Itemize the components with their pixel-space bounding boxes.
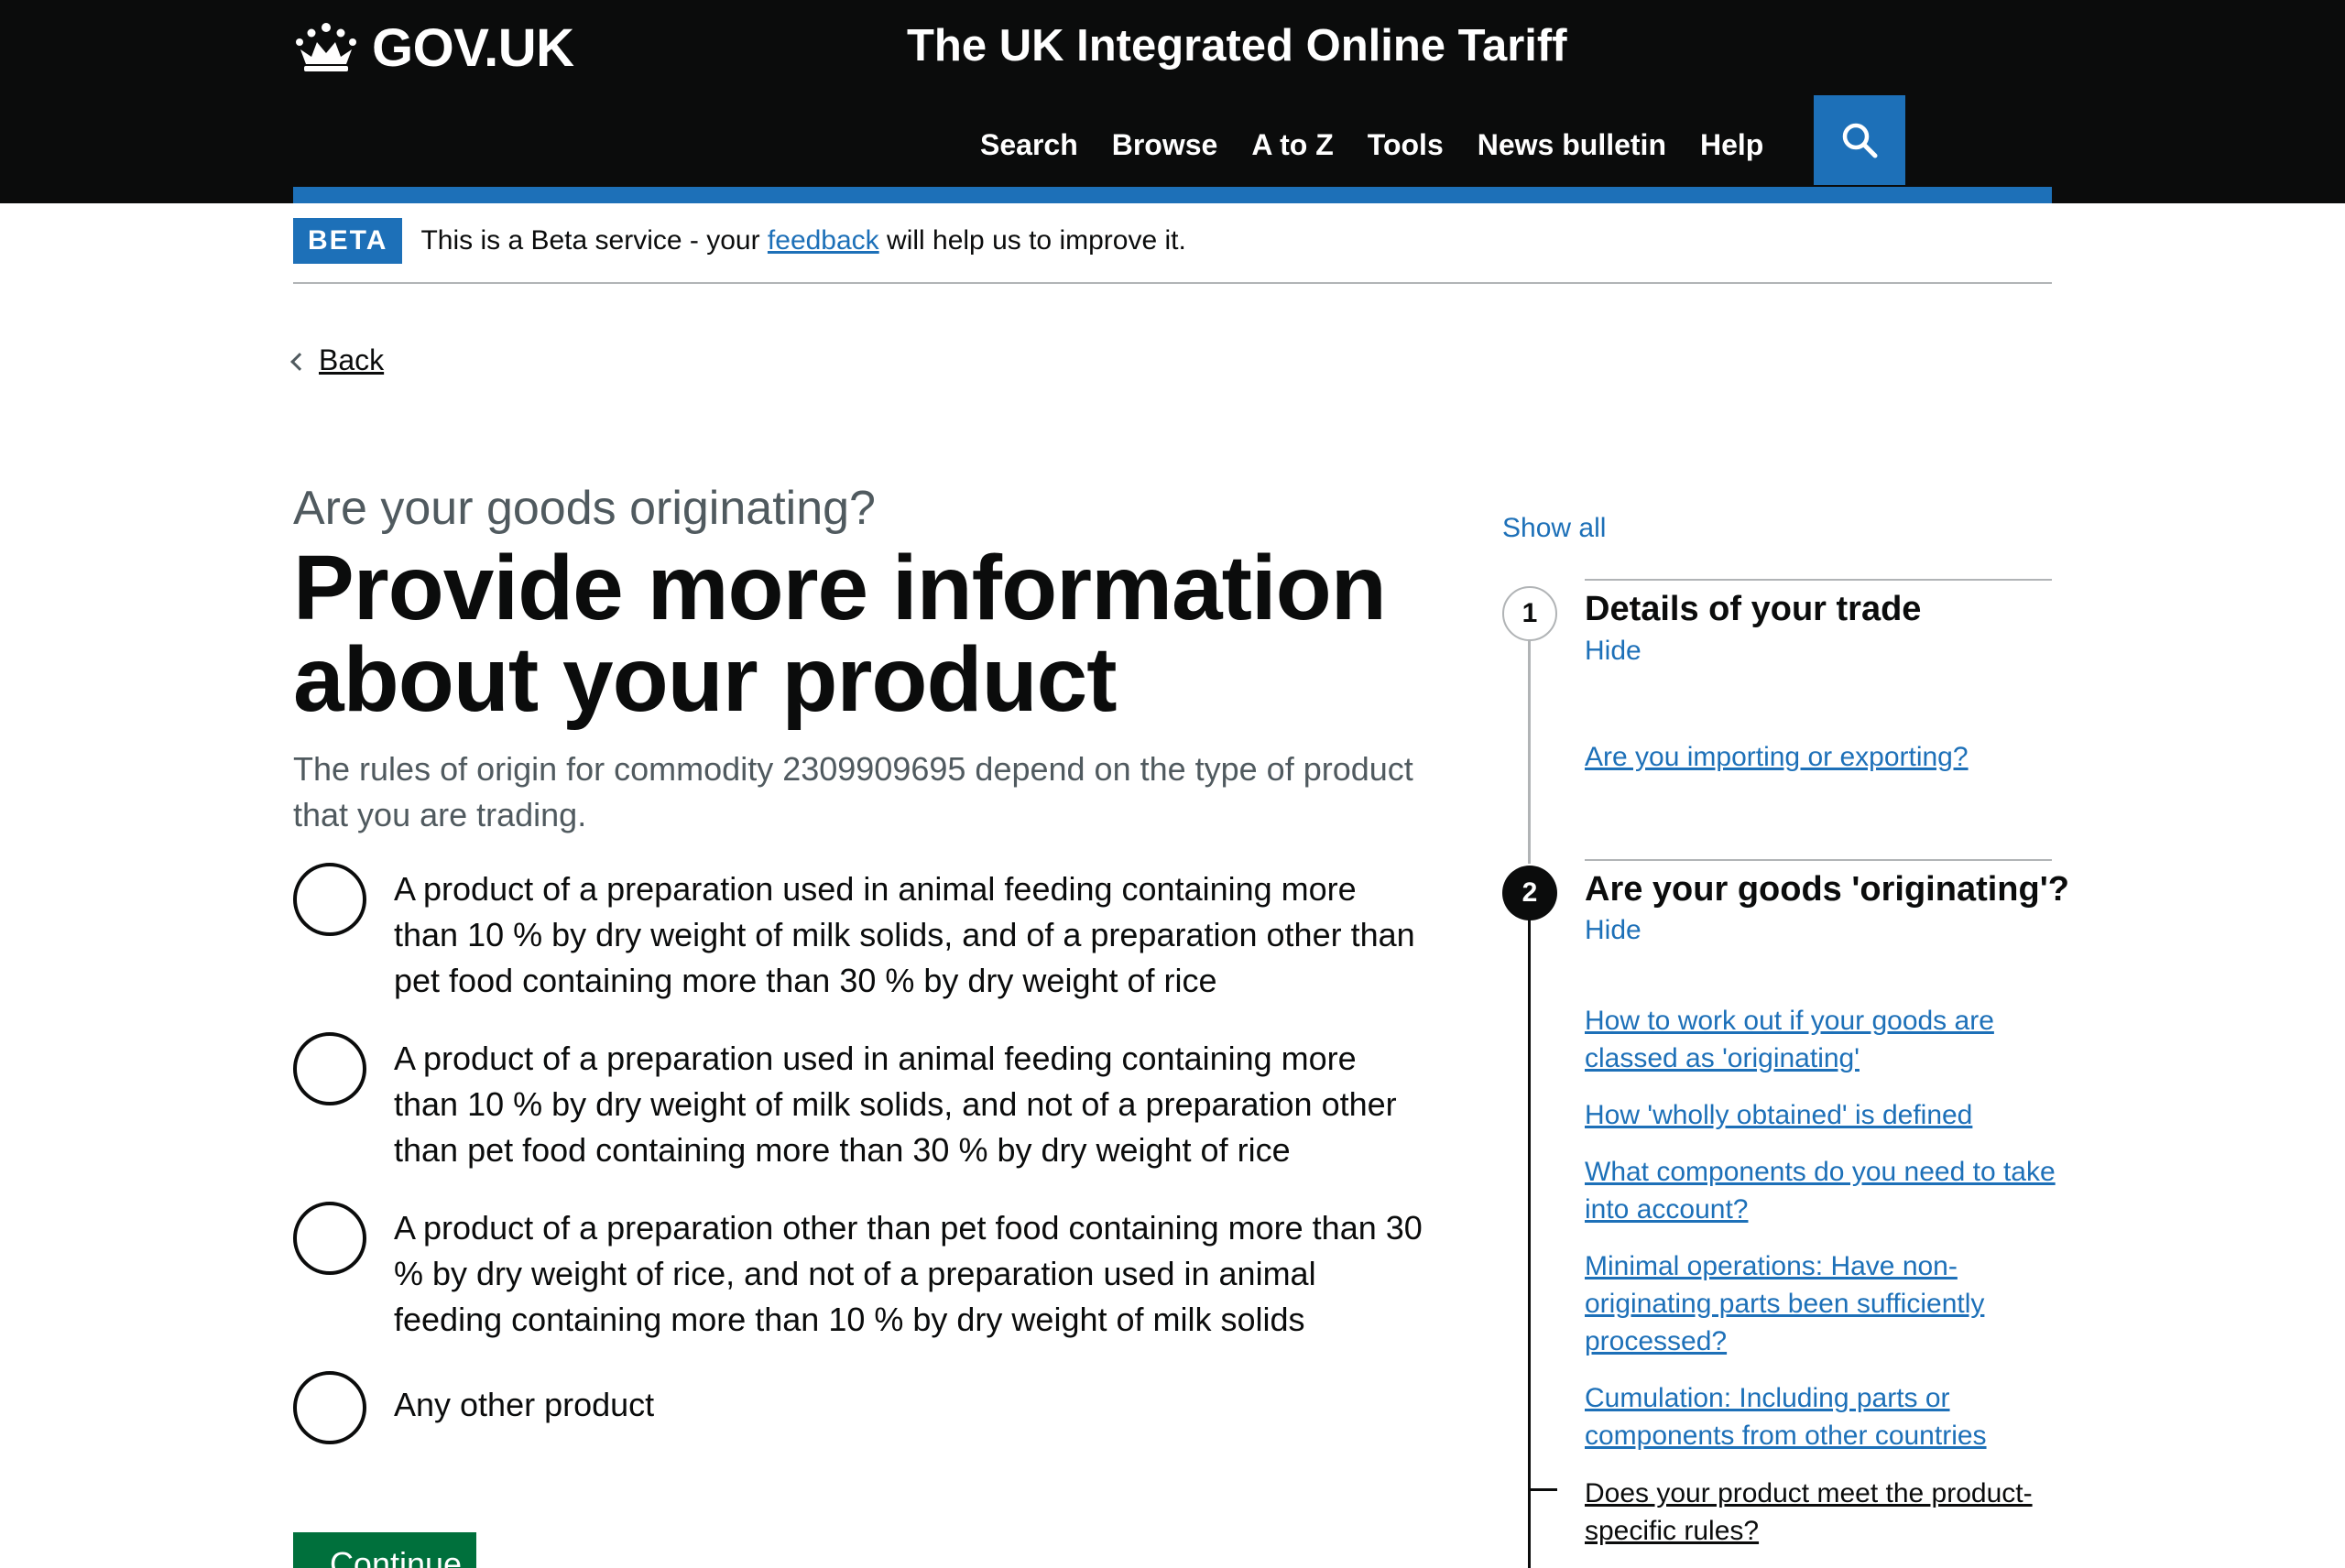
step-link[interactable]: Cumulation: Including parts or component… [1585, 1379, 2061, 1454]
radio-option[interactable]: Any other product [293, 1371, 1447, 1444]
phase-banner-text: This is a Beta service - your feedback w… [420, 218, 1185, 264]
step-hide-toggle[interactable]: Hide [1585, 915, 1642, 946]
radio-option[interactable]: A product of a preparation used in anima… [293, 1032, 1447, 1173]
step-link[interactable]: Are you importing or exporting? [1585, 738, 2061, 776]
step-divider [1585, 859, 2052, 861]
main-navigation: Search Browse A to Z Tools News bulletin… [980, 128, 1763, 162]
beta-tag: BETA [293, 218, 403, 264]
continue-button[interactable]: Continue [293, 1532, 476, 1568]
radio-label[interactable]: A product of a preparation used in anima… [394, 863, 1429, 1004]
back-link[interactable]: Back [319, 343, 384, 377]
feedback-link[interactable]: feedback [768, 225, 879, 256]
radio-button[interactable] [293, 1032, 366, 1105]
step-link-current[interactable]: Does your product meet the product-speci… [1585, 1475, 2061, 1550]
radio-button[interactable] [293, 1371, 366, 1444]
phase-banner-text-end: will help us to improve it. [878, 225, 1186, 256]
govuk-logo-link[interactable]: GOV.UK [293, 18, 574, 78]
step-divider [1585, 579, 2052, 581]
phase-banner-text-start: This is a Beta service - your [420, 225, 768, 256]
service-name[interactable]: The UK Integrated Online Tariff [907, 20, 1567, 71]
logo-text: GOV.UK [372, 17, 574, 78]
radio-option[interactable]: A product of a preparation other than pe… [293, 1202, 1447, 1343]
radio-button[interactable] [293, 1202, 366, 1275]
product-type-radios: A product of a preparation used in anima… [293, 863, 1447, 1473]
step-link[interactable]: Minimal operations: Have non-originating… [1585, 1247, 2061, 1360]
step-number-circle: 2 [1502, 866, 1557, 920]
question-hint: The rules of origin for commodity 230990… [293, 750, 1413, 833]
radio-button[interactable] [293, 863, 366, 936]
nav-news-bulletin[interactable]: News bulletin [1478, 128, 1666, 161]
step-connector-line [1528, 893, 1531, 1568]
back-link-container: Back [290, 343, 384, 377]
step-hide-toggle[interactable]: Hide [1585, 636, 1642, 667]
show-all-button[interactable]: Show all [1502, 513, 1606, 544]
nav-tools[interactable]: Tools [1368, 128, 1444, 161]
step-link[interactable]: How to work out if your goods are classe… [1585, 1002, 2061, 1077]
radio-option[interactable]: A product of a preparation used in anima… [293, 863, 1447, 1004]
step-connector-line [1528, 612, 1531, 864]
active-step-marker [1528, 1488, 1557, 1491]
radio-label[interactable]: A product of a preparation other than pe… [394, 1202, 1429, 1343]
radio-label[interactable]: A product of a preparation used in anima… [394, 1032, 1429, 1173]
site-header: GOV.UK The UK Integrated Online Tariff S… [0, 0, 2345, 203]
nav-search[interactable]: Search [980, 128, 1078, 161]
crown-icon [296, 23, 356, 71]
page-title: Provide more information about your prod… [293, 537, 1387, 731]
header-accent-bar [293, 187, 2052, 203]
page-caption: Are your goods originating? [293, 482, 876, 535]
chevron-left-icon [290, 352, 309, 371]
step-link[interactable]: How 'wholly obtained' is defined [1585, 1096, 2061, 1134]
step-number-circle: 1 [1502, 586, 1557, 641]
step-title[interactable]: Are your goods 'originating'? [1585, 870, 2069, 909]
nav-browse[interactable]: Browse [1112, 128, 1218, 161]
search-button[interactable] [1814, 95, 1905, 185]
radio-label[interactable]: Any other product [394, 1371, 1429, 1428]
step-title[interactable]: Details of your trade [1585, 590, 1921, 629]
search-icon [1842, 123, 1878, 158]
nav-a-to-z[interactable]: A to Z [1251, 128, 1333, 161]
phase-banner: BETA This is a Beta service - your feedb… [293, 218, 2052, 284]
step-link[interactable]: What components do you need to take into… [1585, 1153, 2061, 1228]
nav-help[interactable]: Help [1700, 128, 1763, 161]
